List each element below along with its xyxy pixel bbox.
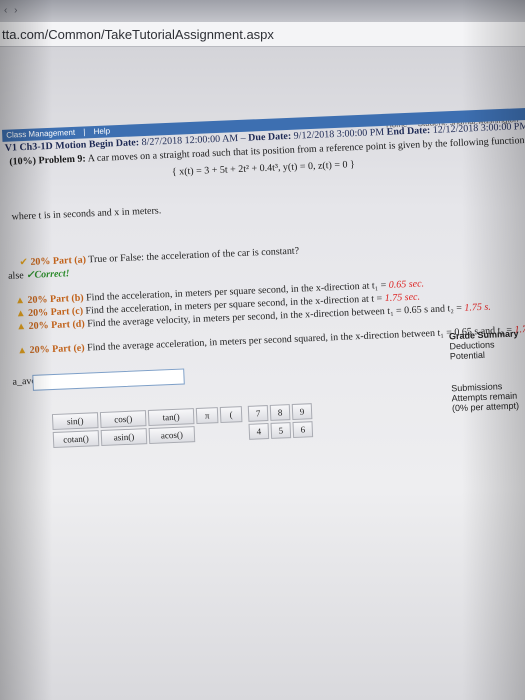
key-8[interactable]: 8	[269, 404, 291, 421]
due-date: 9/12/2018 3:00:00 PM	[293, 126, 385, 142]
back-forward-icon[interactable]: ‹ ›	[4, 5, 19, 16]
key-6[interactable]: 6	[292, 421, 314, 438]
key-asin[interactable]: asin()	[100, 428, 148, 447]
part-d-value: 1.75 s.	[464, 301, 491, 314]
warning-icon: ▲	[16, 321, 27, 333]
screen: ‹ › tta.com/Common/TakeTutorialAssignmen…	[0, 0, 525, 700]
class-management-link[interactable]: Class Management	[6, 128, 75, 140]
problem-points: (10%)	[9, 155, 37, 168]
key-7[interactable]: 7	[247, 405, 269, 422]
address-bar[interactable]: tta.com/Common/TakeTutorialAssignment.as…	[0, 22, 525, 47]
warning-icon: ▲	[15, 308, 26, 320]
part-e-percent: 20% Part (e)	[29, 342, 85, 356]
menu-separator: |	[83, 127, 86, 137]
key-tan[interactable]: tan()	[147, 408, 195, 427]
part-a-result: alse ✓Correct!	[8, 268, 70, 282]
key-5[interactable]: 5	[270, 422, 292, 439]
grade-summary-panel: Grade Summary Deductions Potential Submi…	[449, 328, 525, 413]
begin-label: Begin Date:	[88, 137, 140, 151]
answer-input[interactable]	[32, 368, 185, 391]
units-note: where t is in seconds and x in meters.	[11, 205, 162, 223]
warning-icon: ▲	[17, 345, 28, 357]
part-c-percent: 20% Part (c)	[27, 305, 84, 319]
problem-label: Problem 9:	[38, 153, 87, 167]
due-label: Due Date:	[247, 130, 292, 144]
part-d-percent: 20% Part (d)	[28, 318, 85, 332]
key-4[interactable]: 4	[248, 423, 270, 440]
part-b-value: 0.65 sec.	[388, 278, 425, 291]
key-open-paren[interactable]: (	[219, 406, 243, 424]
key-9[interactable]: 9	[291, 403, 313, 421]
part-b-percent: 20% Part (b)	[27, 292, 84, 306]
part-a-text: True or False: the acceleration of the c…	[88, 245, 300, 266]
position-equation: { x(t) = 3 + 5t + 2t² + 0.4t³, y(t) = 0,…	[171, 159, 356, 178]
part-a-percent: 20% Part (a)	[30, 254, 87, 268]
part-a: ✔ 20% Part (a) True or False: the accele…	[19, 246, 299, 269]
key-acos[interactable]: acos()	[148, 426, 196, 445]
help-link[interactable]: Help	[93, 126, 110, 136]
part-a-answer: alse	[7, 270, 24, 282]
key-pi[interactable]: π	[195, 407, 219, 425]
key-cos[interactable]: cos()	[99, 410, 147, 429]
check-icon: ✔	[19, 256, 29, 269]
key-sin[interactable]: sin()	[51, 412, 99, 431]
assignment-page: Class Management | Help V1 Ch3-1D Motion…	[0, 107, 525, 699]
warning-icon: ▲	[14, 295, 26, 307]
correct-status: ✓Correct!	[25, 268, 70, 282]
end-label: End Date:	[386, 124, 431, 138]
browser-toolbar: ‹ ›	[0, 0, 525, 22]
assignment-code: V1 Ch3-1D Motion	[4, 139, 87, 154]
url-text: tta.com/Common/TakeTutorialAssignment.as…	[2, 27, 274, 42]
part-c-value: 1.75 sec.	[384, 291, 421, 305]
key-cotan[interactable]: cotan()	[52, 430, 100, 449]
